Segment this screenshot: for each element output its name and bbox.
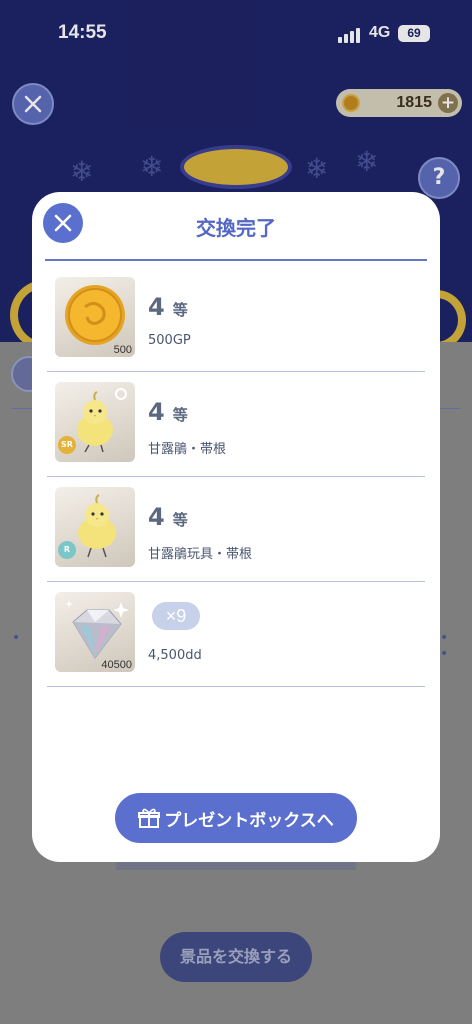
gift-icon bbox=[138, 808, 161, 828]
thumb-count: 40500 bbox=[101, 659, 132, 671]
prize-rank: 4 等 bbox=[148, 398, 188, 426]
prize-rank: 4 等 bbox=[148, 293, 188, 321]
prize-list: 500 4 等 500GP SR 4 等 甘露鵑・帯根 R 4 等 甘露鵑玩具・… bbox=[47, 267, 425, 687]
prize-item: 40500 ×9 4,500dd bbox=[47, 582, 425, 687]
prize-name: 4,500dd bbox=[148, 648, 202, 663]
prize-item: R 4 等 甘露鵑玩具・帯根 bbox=[47, 477, 425, 582]
prize-thumbnail: SR bbox=[55, 382, 135, 462]
rank-number: 4 bbox=[148, 398, 165, 426]
quantity-badge: ×9 bbox=[152, 602, 200, 630]
exchange-complete-dialog: 交換完了 500 4 等 500GP SR 4 等 甘露鵑・帯根 R 4 等 甘… bbox=[32, 192, 440, 862]
rank-number: 4 bbox=[148, 503, 165, 531]
divider bbox=[45, 259, 427, 261]
prize-thumbnail: 40500 bbox=[55, 592, 135, 672]
thumb-count: 500 bbox=[113, 344, 132, 356]
rank-number: 4 bbox=[148, 293, 165, 321]
prize-rank: 4 等 bbox=[148, 503, 188, 531]
rank-unit: 等 bbox=[172, 406, 188, 424]
rank-unit: 等 bbox=[172, 301, 188, 319]
rank-unit: 等 bbox=[172, 511, 188, 529]
prize-thumbnail: 500 bbox=[55, 277, 135, 357]
gift-button-label: プレゼントボックスへ bbox=[164, 810, 334, 831]
prize-item: SR 4 等 甘露鵑・帯根 bbox=[47, 372, 425, 477]
prize-name: 甘露鵑・帯根 bbox=[148, 442, 227, 457]
rarity-badge: R bbox=[58, 541, 76, 559]
prize-thumbnail: R bbox=[55, 487, 135, 567]
prize-item: 500 4 等 500GP bbox=[47, 267, 425, 372]
prize-name: 500GP bbox=[148, 333, 191, 348]
rarity-badge: SR bbox=[58, 436, 76, 454]
dialog-title: 交換完了 bbox=[196, 216, 276, 240]
prize-name: 甘露鵑玩具・帯根 bbox=[148, 547, 253, 562]
go-to-present-box-button[interactable]: プレゼントボックスへ bbox=[115, 793, 357, 843]
